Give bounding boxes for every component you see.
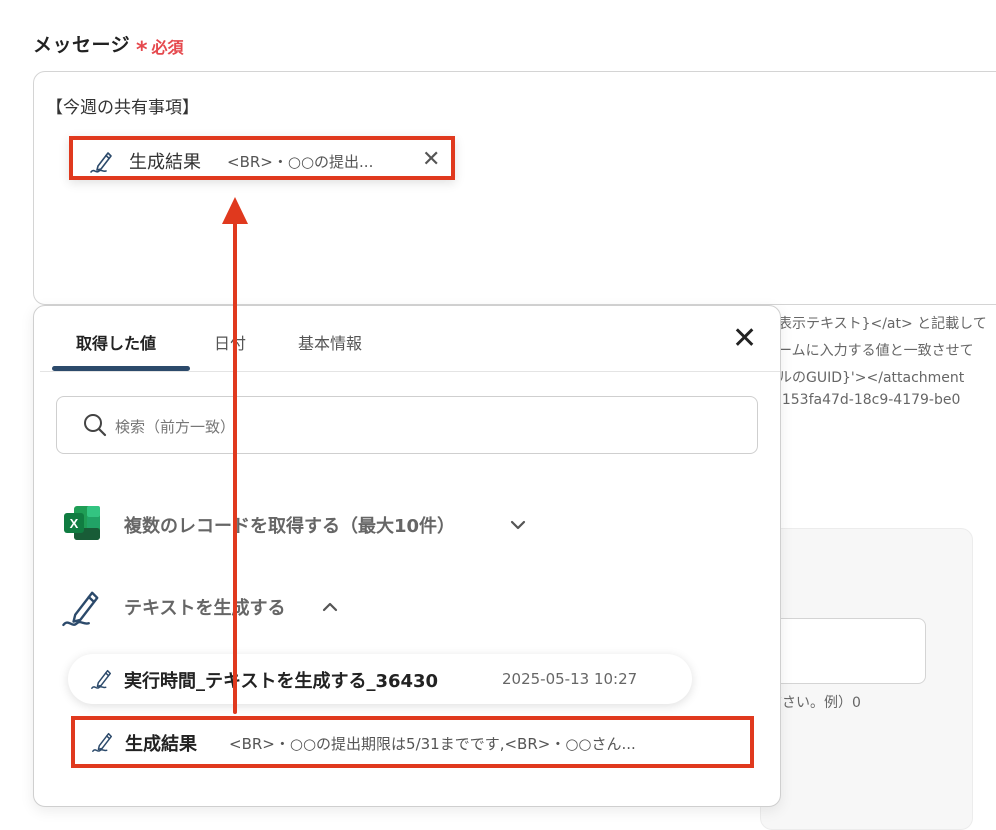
list-item-execution-time[interactable]: 実行時間_テキストを生成する_36430 2025-05-13 10:27 — [68, 654, 692, 704]
message-text: 【今週の共有事項】 — [46, 98, 199, 118]
chip-preview: <BR>・○○の提出... — [227, 153, 374, 171]
required-text: 必須 — [151, 38, 184, 57]
close-icon[interactable]: ✕ — [422, 147, 440, 172]
value-picker-panel: 取得した値 日付 基本情報 ✕ 検索（前方一致） X 複数のレコードを取得する（… — [33, 305, 781, 807]
chevron-down-icon[interactable] — [510, 516, 526, 535]
help-text: 表示テキスト}</at> と記載して — [778, 316, 987, 332]
required-star: * — [136, 38, 148, 63]
tab-divider — [40, 371, 780, 372]
item-name: 実行時間_テキストを生成する_36430 — [124, 671, 439, 692]
excel-icon: X — [62, 504, 102, 546]
svg-text:X: X — [70, 516, 79, 531]
required-indicator: * 必須 — [136, 34, 184, 63]
search-placeholder: 検索（前方一致） — [115, 418, 236, 436]
close-icon[interactable]: ✕ — [732, 324, 757, 354]
tab-acquired-values[interactable]: 取得した値 — [76, 330, 156, 354]
help-text: ームに入力する値と一致させて — [778, 343, 974, 359]
item-name: 生成結果 — [125, 734, 197, 755]
search-input[interactable]: 検索（前方一致） — [56, 396, 758, 454]
group-title-generate-text[interactable]: テキストを生成する — [124, 594, 285, 620]
item-value: <BR>・○○の提出期限は5/31までです,<BR>・○○さん... — [229, 735, 636, 753]
chevron-up-icon[interactable] — [322, 598, 338, 617]
inserted-variable-chip[interactable]: 生成結果 <BR>・○○の提出... ✕ — [69, 136, 455, 180]
pen-icon — [90, 667, 114, 695]
pen-icon — [89, 149, 115, 179]
chip-title: 生成結果 — [129, 152, 201, 173]
list-item-generated-result[interactable]: 生成結果 <BR>・○○の提出期限は5/31までです,<BR>・○○さん... — [71, 716, 754, 768]
help-text: ださい。例）0 — [768, 695, 861, 711]
pen-icon — [60, 586, 104, 634]
item-value: 2025-05-13 10:27 — [502, 670, 638, 688]
tab-basic-info[interactable]: 基本情報 — [298, 330, 362, 354]
help-text: '153fa47d-18c9-4179-be0 — [778, 392, 961, 408]
background-input[interactable] — [760, 618, 926, 684]
message-field-label: メッセージ — [33, 34, 131, 56]
search-icon — [83, 413, 107, 441]
group-title-get-records[interactable]: 複数のレコードを取得する（最大10件） — [124, 512, 455, 538]
help-text: ルのGUID}'></attachment — [778, 370, 965, 386]
tab-date[interactable]: 日付 — [214, 330, 246, 354]
pen-icon — [91, 730, 115, 758]
